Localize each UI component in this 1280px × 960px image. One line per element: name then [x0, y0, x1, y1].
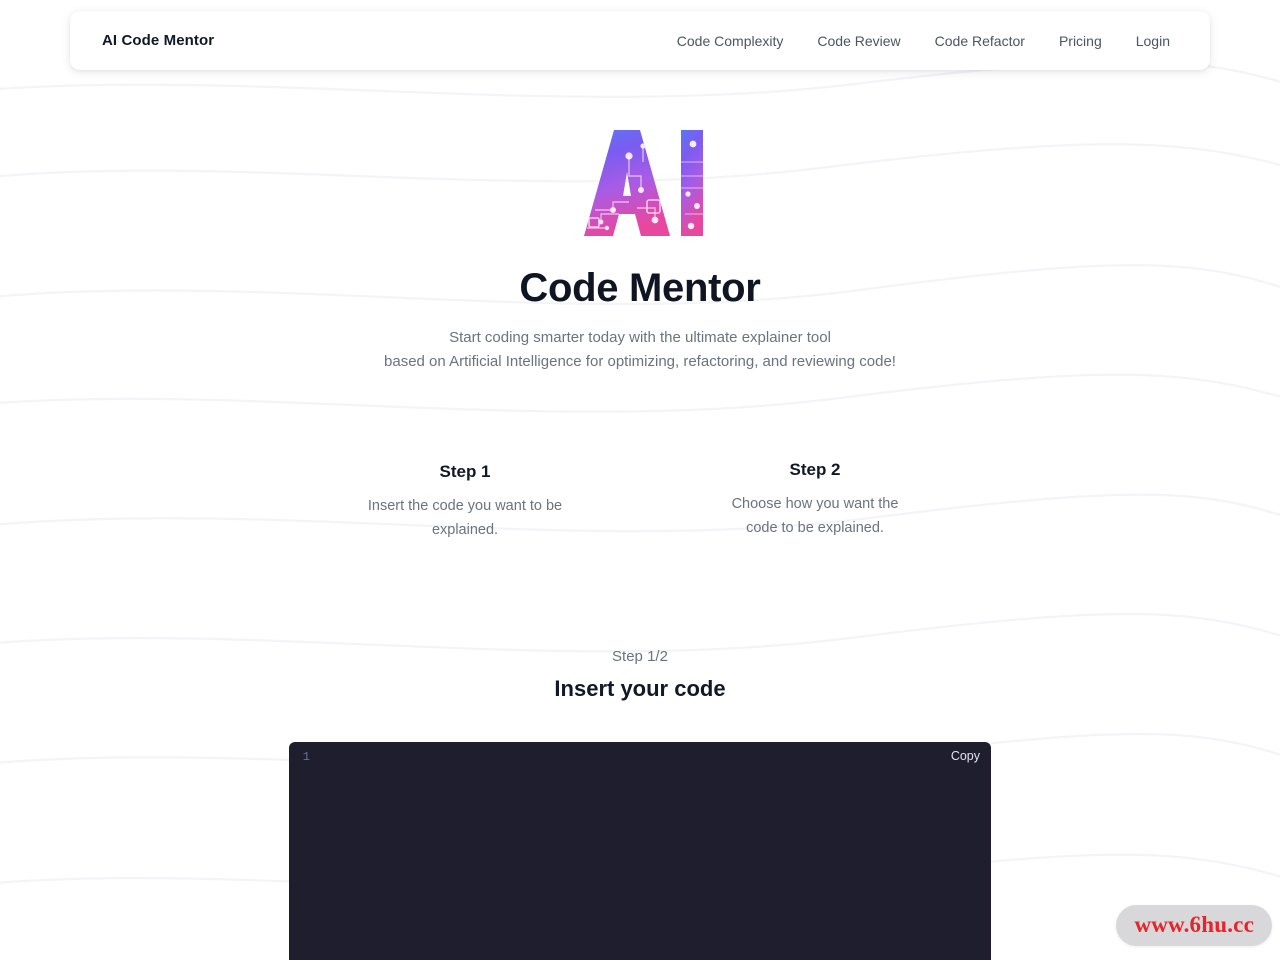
code-input[interactable] [289, 772, 991, 960]
watermark-site-text: www.6hu.cc [1134, 912, 1254, 937]
nav-links-group: Code Complexity Code Review Code Refacto… [660, 27, 1176, 55]
nav-login[interactable]: Login [1119, 27, 1176, 55]
steps-section: Step 1 Insert the code you want to be ex… [0, 460, 1280, 544]
nav-code-refactor[interactable]: Code Refactor [918, 27, 1042, 55]
nav-code-review[interactable]: Code Review [800, 27, 917, 55]
step-2-title: Step 2 [789, 460, 841, 479]
step-1-description: Insert the code you want to be explained… [290, 494, 640, 542]
step-1-description-line-1: Insert the code you want to be [367, 498, 563, 514]
step-1-title: Step 1 [439, 462, 491, 481]
ai-logo-icon [584, 130, 703, 236]
step-2-description-line-1: Choose how you want the [731, 496, 899, 512]
copy-button[interactable]: Copy [947, 748, 984, 764]
editor-heading-section: Step 1/2 Insert your code [0, 648, 1280, 702]
hero-subtitle: Start coding smarter today with the ulti… [0, 326, 1280, 374]
code-editor-panel[interactable]: 1 Copy [289, 742, 991, 960]
nav-code-complexity[interactable]: Code Complexity [660, 27, 801, 55]
hero-subtitle-line-1: Start coding smarter today with the ulti… [449, 329, 831, 346]
nav-pricing[interactable]: Pricing [1042, 27, 1119, 55]
page-root: AI Code Mentor Code Complexity Code Revi… [0, 0, 1280, 960]
editor-heading: Insert your code [554, 676, 726, 701]
step-card-2: Step 2 Choose how you want the code to b… [640, 460, 990, 544]
brand-logo-text[interactable]: AI Code Mentor [102, 32, 214, 49]
page-title: Code Mentor [519, 266, 761, 310]
step-counter: Step 1/2 [612, 648, 668, 665]
hero-section: Code Mentor Start coding smarter today w… [0, 118, 1280, 374]
step-2-description-line-2: code to be explained. [746, 520, 884, 536]
step-card-1: Step 1 Insert the code you want to be ex… [290, 462, 640, 544]
ai-logo [0, 118, 1280, 246]
top-navigation-bar: AI Code Mentor Code Complexity Code Revi… [70, 11, 1210, 70]
step-1-description-line-2: explained. [431, 522, 499, 538]
hero-subtitle-line-2: based on Artificial Intelligence for opt… [384, 353, 896, 370]
step-2-description: Choose how you want the code to be expla… [640, 492, 990, 540]
code-editor-toolbar: 1 Copy [289, 742, 991, 772]
watermark-site-badge: www.6hu.cc [1116, 905, 1272, 946]
line-number-gutter: 1 [302, 750, 310, 764]
